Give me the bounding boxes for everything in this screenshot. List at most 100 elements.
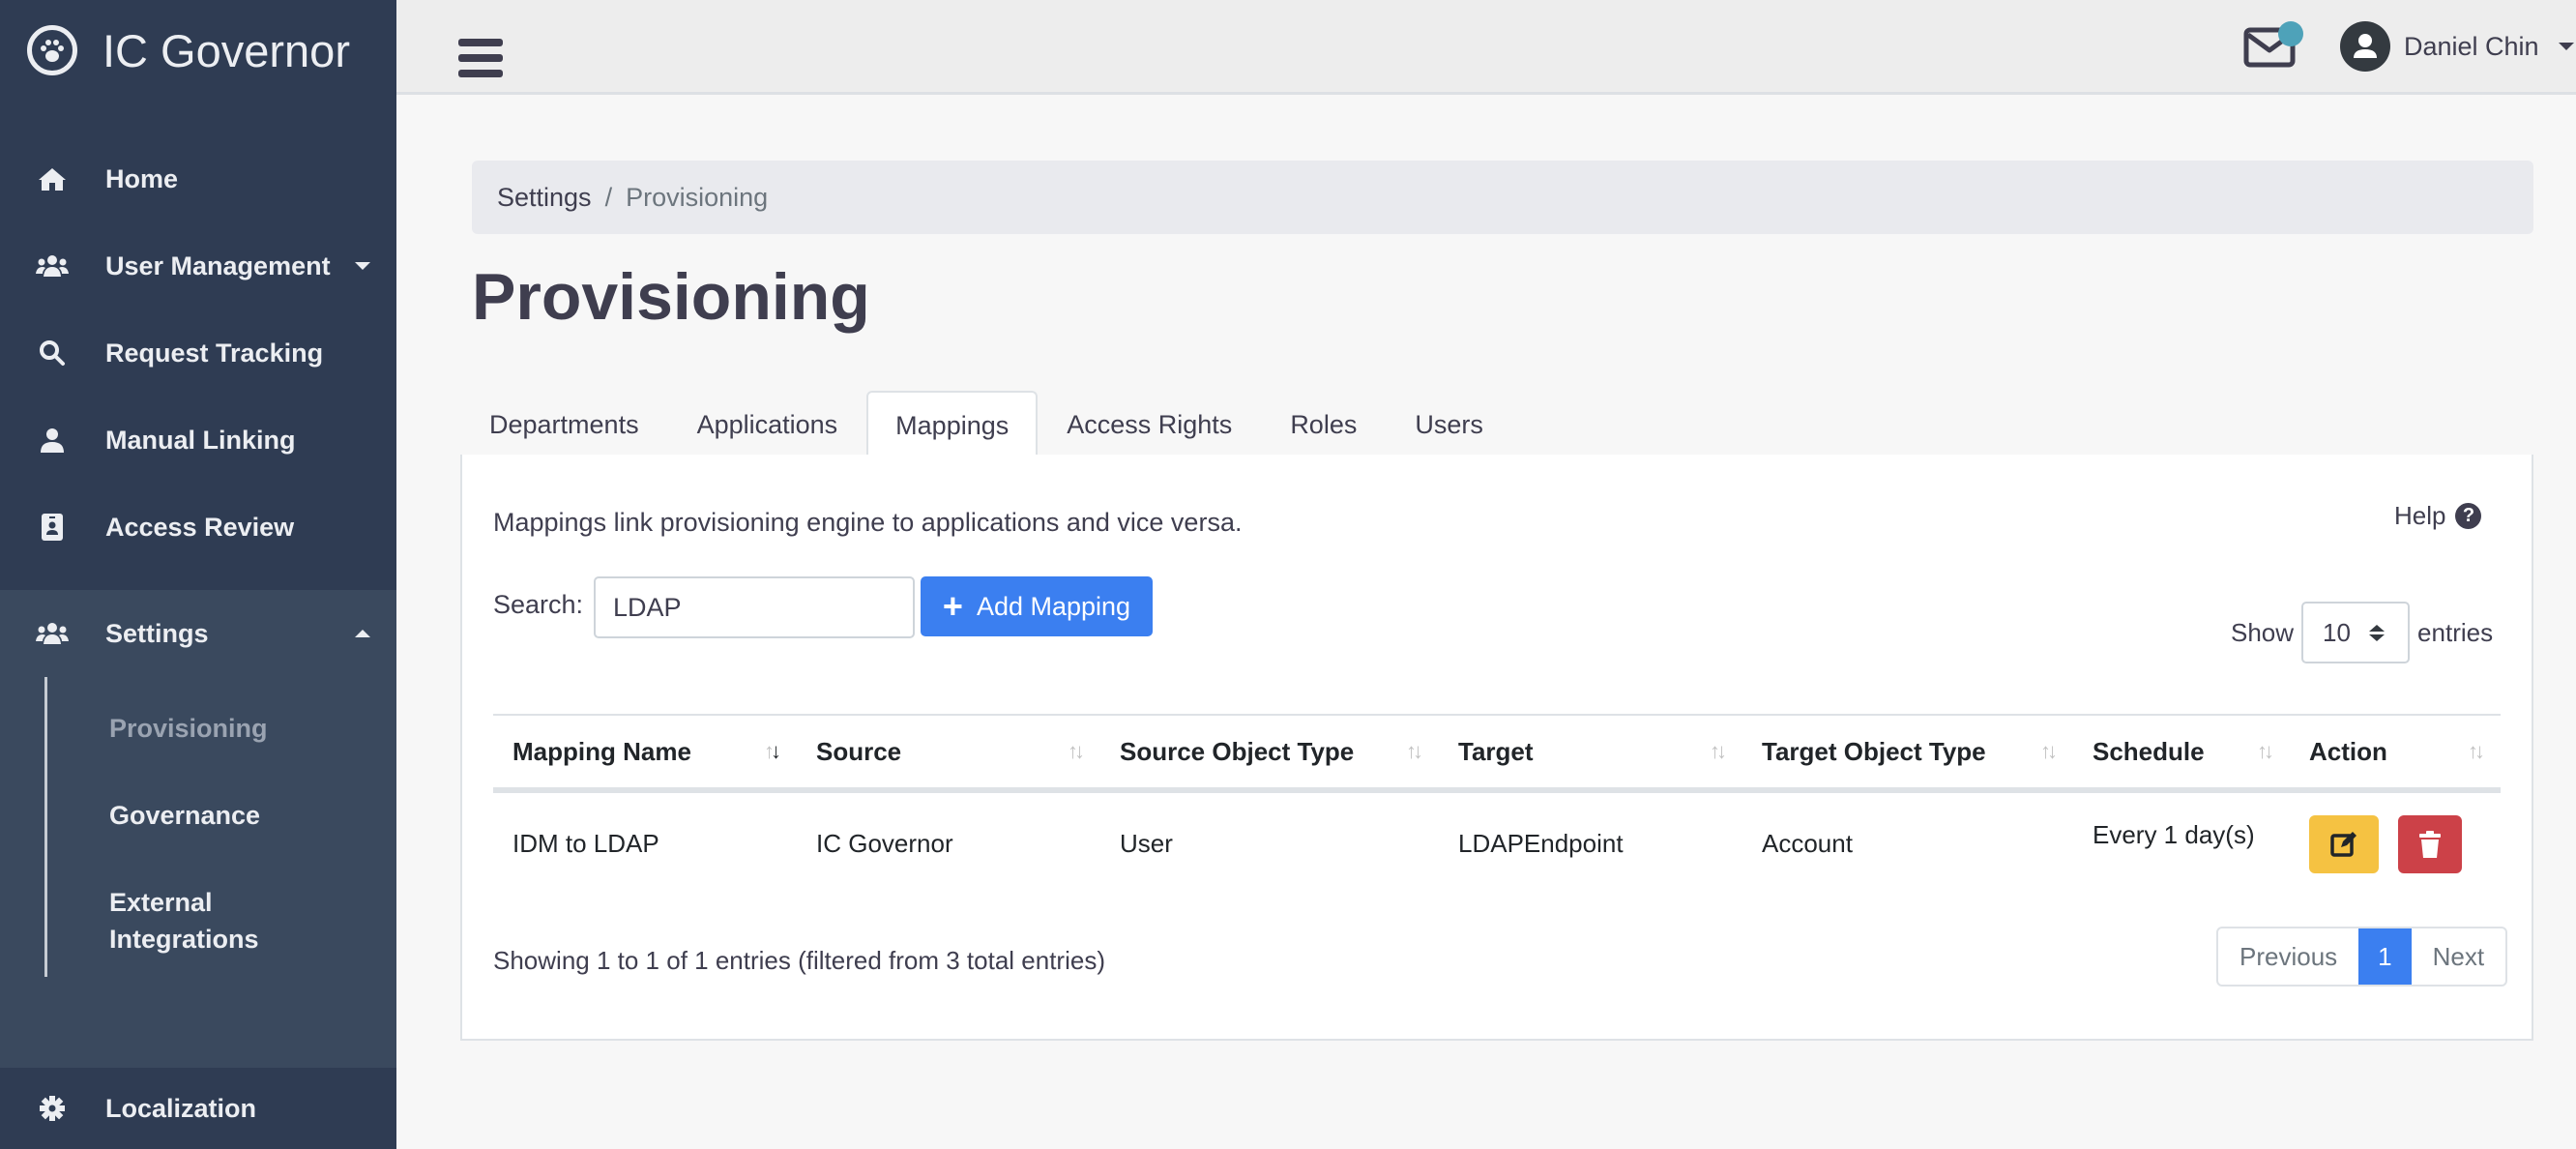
sidebar: IC Governor Home User Management Request… [0, 0, 396, 1149]
tab-applications[interactable]: Applications [668, 391, 867, 457]
tab-bar: Departments Applications Mappings Access… [460, 391, 2533, 458]
plus-icon: + [942, 586, 963, 626]
sidebar-item-label: Access Review [105, 512, 295, 542]
sort-icon: ↑↓ [1068, 739, 1085, 763]
search-icon [35, 336, 70, 370]
column-header-mapping-name[interactable]: Mapping Name ↑↓ [493, 714, 797, 793]
page-length-control: Show 10 entries [2231, 602, 2493, 663]
panel-description: Mappings link provisioning engine to app… [493, 508, 1243, 537]
cell-target-object-type: Account [1762, 829, 1853, 858]
paw-icon [27, 25, 77, 75]
table-header-row: Mapping Name ↑↓ Source ↑↓ Source Object Ty… [493, 714, 2501, 793]
trash-icon [2419, 830, 2441, 858]
id-badge-icon [35, 510, 70, 545]
table-info: Showing 1 to 1 of 1 entries (filtered fr… [493, 946, 1105, 975]
sidebar-item-localization[interactable]: Localization [0, 1068, 396, 1149]
cell-actions [2290, 790, 2501, 895]
question-circle-icon: ? [2455, 503, 2482, 529]
previous-page-button[interactable]: Previous [2218, 928, 2358, 985]
chevron-down-icon [355, 262, 370, 270]
avatar [2340, 21, 2390, 72]
select-arrows-icon [2369, 625, 2386, 641]
column-header-schedule[interactable]: Schedule ↑↓ [2073, 714, 2290, 793]
sidebar-subitem-external-integrations[interactable]: External Integrations [109, 884, 303, 958]
sidebar-item-label: Request Tracking [105, 338, 324, 368]
hamburger-icon[interactable] [458, 39, 503, 77]
sidebar-item-user-management[interactable]: User Management [0, 222, 396, 309]
sidebar-item-settings[interactable]: Settings [0, 590, 396, 677]
user-icon [35, 423, 70, 457]
breadcrumb: Settings / Provisioning [472, 161, 2533, 234]
sidebar-item-home[interactable]: Home [0, 135, 396, 222]
edit-button[interactable] [2309, 814, 2379, 873]
help-label: Help [2394, 501, 2446, 530]
breadcrumb-current: Provisioning [626, 182, 769, 212]
sort-icon: ↑↓ [1710, 739, 1727, 763]
sidebar-item-label: Settings [105, 618, 209, 648]
sidebar-item-manual-linking[interactable]: Manual Linking [0, 397, 396, 484]
user-menu[interactable]: Daniel Chin [2340, 21, 2574, 72]
tab-departments[interactable]: Departments [460, 391, 668, 457]
sidebar-item-label: Home [105, 163, 179, 193]
tab-access-rights[interactable]: Access Rights [1038, 391, 1261, 457]
search-label: Search: [493, 590, 584, 619]
page-length-value: 10 [2323, 617, 2351, 647]
sidebar-item-label: User Management [105, 250, 331, 280]
cell-source: IC Governor [816, 829, 953, 858]
column-header-source-object-type[interactable]: Source Object Type ↑↓ [1100, 714, 1439, 793]
sort-icon: ↑↓ [2468, 739, 2485, 763]
user-name: Daniel Chin [2404, 31, 2539, 61]
settings-group: Settings Provisioning Governance Externa… [0, 590, 396, 1068]
gear-icon [35, 1091, 70, 1126]
sidebar-nav: Home User Management Request Tracking Ma… [0, 135, 396, 658]
chevron-down-icon [2558, 43, 2574, 50]
mappings-panel: Mappings link provisioning engine to app… [460, 455, 2533, 1041]
entries-label: entries [2417, 617, 2494, 647]
chevron-up-icon [355, 630, 370, 637]
column-header-target[interactable]: Target ↑↓ [1439, 714, 1742, 793]
sidebar-item-access-review[interactable]: Access Review [0, 484, 396, 571]
help-link[interactable]: Help ? [2394, 501, 2482, 531]
tab-mappings[interactable]: Mappings [866, 391, 1039, 458]
users-icon [35, 249, 70, 283]
breadcrumb-settings[interactable]: Settings [497, 183, 592, 213]
sort-icon: ↑↓ [1406, 739, 1423, 763]
cell-mapping-name: IDM to LDAP [512, 829, 659, 858]
users-icon [35, 616, 70, 651]
sort-icon: ↑↓ [2040, 739, 2058, 763]
brand[interactable]: IC Governor [27, 21, 350, 79]
next-page-button[interactable]: Next [2412, 928, 2505, 985]
sort-icon: ↑↓ [2257, 739, 2274, 763]
delete-button[interactable] [2398, 814, 2462, 873]
pagination: Previous 1 Next [2216, 927, 2508, 987]
top-navbar: Daniel Chin [396, 0, 2576, 95]
show-label: Show [2231, 617, 2295, 647]
add-mapping-button[interactable]: + Add Mapping [921, 576, 1153, 636]
column-header-source[interactable]: Source ↑↓ [797, 714, 1100, 793]
sidebar-subitem-provisioning[interactable]: Provisioning [109, 710, 268, 747]
breadcrumb-separator: / [604, 182, 613, 212]
cell-target: LDAPEndpoint [1458, 829, 1624, 858]
add-mapping-label: Add Mapping [976, 591, 1131, 621]
app-title: IC Governor [102, 24, 350, 76]
column-header-action[interactable]: Action ↑↓ [2290, 714, 2501, 793]
cell-source-object-type: User [1120, 829, 1173, 858]
sidebar-item-label: Manual Linking [105, 425, 296, 455]
table-row: IDM to LDAP IC Governor User LDAPEndpoin… [493, 790, 2501, 895]
page-length-select[interactable]: 10 [2301, 602, 2411, 663]
tab-users[interactable]: Users [1386, 391, 1512, 457]
notification-badge [2278, 21, 2303, 46]
column-header-target-object-type[interactable]: Target Object Type ↑↓ [1742, 714, 2073, 793]
tab-roles[interactable]: Roles [1261, 391, 1386, 457]
page-1-button[interactable]: 1 [2358, 928, 2412, 985]
sidebar-subitem-governance[interactable]: Governance [109, 797, 260, 834]
sidebar-item-request-tracking[interactable]: Request Tracking [0, 309, 396, 397]
home-icon [35, 162, 70, 196]
sort-icon: ↑↓ [764, 739, 781, 763]
sidebar-item-label: Localization [105, 1093, 257, 1123]
submenu-divider [44, 677, 47, 977]
edit-icon [2330, 831, 2356, 857]
page-title: Provisioning [472, 260, 870, 334]
cell-schedule: Every 1 day(s) [2093, 820, 2255, 849]
search-input[interactable] [594, 576, 915, 638]
